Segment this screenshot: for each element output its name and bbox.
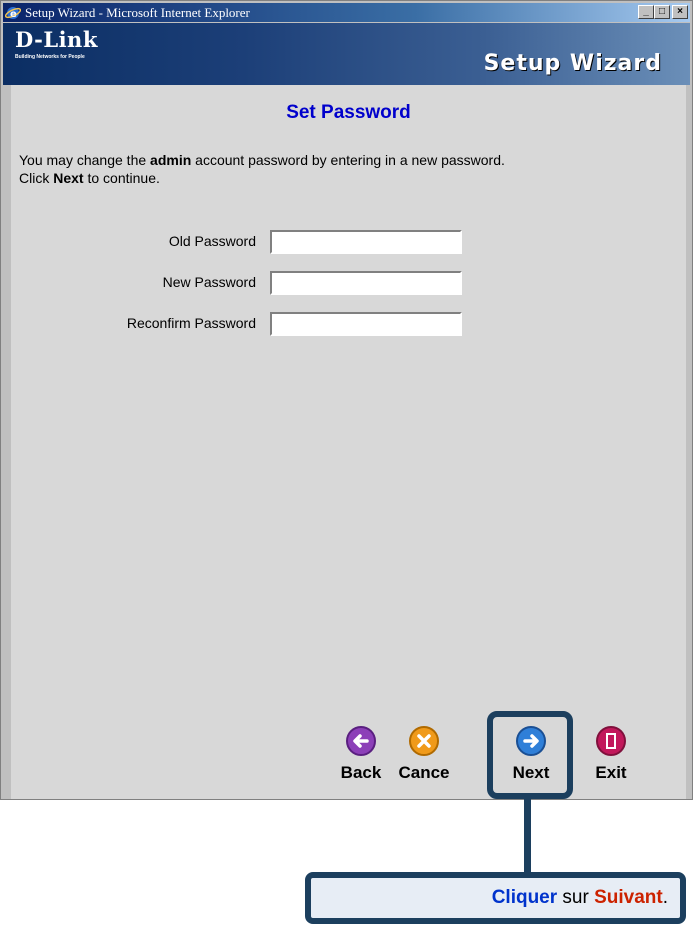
internet-explorer-icon: e [5, 6, 21, 20]
back-button[interactable]: Back [331, 725, 391, 795]
new-password-label: New Password [162, 274, 256, 290]
intro-text-4: to continue. [83, 170, 160, 186]
cancel-label: Cance [398, 763, 450, 782]
intro-text-2: account password by entering in a new pa… [191, 152, 505, 168]
header-banner: D-Link Building Networks for People Setu… [3, 23, 690, 85]
page-title: Set Password [286, 102, 411, 123]
new-password-input[interactable] [270, 271, 462, 295]
exit-button[interactable]: Exit [581, 725, 641, 795]
logo-tagline: Building Networks for People [15, 54, 85, 60]
reconfirm-password-row: Reconfirm Password [11, 312, 471, 336]
callout-word-cliquer: Cliquer [491, 887, 558, 908]
old-password-input[interactable] [270, 230, 462, 254]
door-icon [596, 726, 626, 756]
exit-label: Exit [595, 763, 627, 782]
maximize-button[interactable]: □ [654, 5, 670, 19]
old-password-row: Old Password [11, 230, 471, 254]
x-icon [409, 726, 439, 756]
old-password-label: Old Password [168, 233, 256, 249]
window-title: Setup Wizard - Microsoft Internet Explor… [25, 4, 250, 20]
instruction-callout: Cliquer sur Suivant. [305, 872, 686, 924]
intro-bold-next: Next [53, 170, 84, 186]
callout-word-suivant: Suivant [594, 887, 663, 908]
intro-text: You may change the admin account passwor… [19, 151, 679, 187]
banner-title: Setup Wizard [483, 51, 662, 76]
intro-bold-admin: admin [150, 152, 192, 168]
cancel-button[interactable]: Cance [394, 725, 454, 795]
wizard-content: Set Password You may change the admin ac… [11, 85, 686, 799]
callout-connector [524, 799, 531, 873]
next-highlight-box [487, 711, 573, 799]
callout-word-sur: sur [557, 887, 595, 908]
intro-text-3: Click [19, 170, 54, 186]
title-bar: e Setup Wizard - Microsoft Internet Expl… [3, 3, 690, 22]
new-password-row: New Password [11, 271, 471, 295]
minimize-button[interactable]: _ [638, 5, 654, 19]
reconfirm-password-input[interactable] [270, 312, 462, 336]
intro-text-1: You may change the [19, 152, 151, 168]
svg-text:e: e [10, 9, 17, 20]
reconfirm-password-label: Reconfirm Password [126, 315, 256, 331]
callout-period: . [662, 887, 668, 908]
back-label: Back [340, 763, 382, 782]
browser-window: e Setup Wizard - Microsoft Internet Expl… [0, 0, 693, 800]
window-controls: _ □ × [638, 5, 688, 19]
dlink-logo: D-Link [15, 27, 98, 52]
close-button[interactable]: × [672, 5, 688, 19]
left-arrow-icon [346, 726, 376, 756]
